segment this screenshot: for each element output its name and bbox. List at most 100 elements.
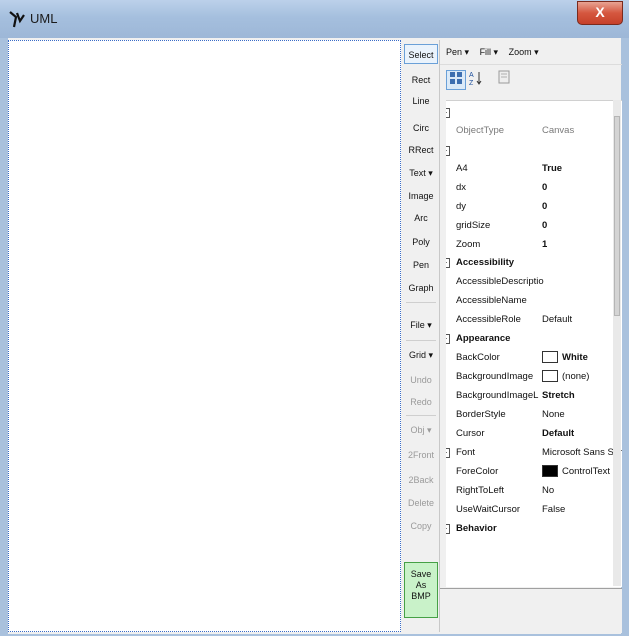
scroll-thumb[interactable] (614, 116, 620, 316)
property-row[interactable]: gridSize 0 (446, 216, 622, 235)
category-row[interactable]: − Appearance (446, 329, 622, 348)
category-row[interactable]: − Accessibility (446, 253, 622, 272)
property-name: gridSize (456, 220, 491, 231)
property-row[interactable]: + Font Microsoft Sans Serif, 8. (446, 443, 622, 462)
property-name: BackgroundImage (456, 371, 534, 382)
property-value[interactable]: 0 (542, 197, 622, 216)
property-name: A4 (456, 163, 468, 174)
svg-text:A: A (469, 72, 474, 79)
poly-tool-button[interactable]: Poly (404, 232, 438, 252)
rect-tool-button[interactable]: Rect (404, 70, 438, 90)
arc-tool-button[interactable]: Arc (404, 208, 438, 228)
category-name: Appearance (456, 333, 511, 344)
svg-text:Z: Z (469, 80, 474, 86)
obj-menu-button[interactable]: Obj ▾ (404, 420, 438, 440)
property-value[interactable]: (none) (542, 367, 622, 386)
property-row[interactable]: Zoom 1 (446, 235, 622, 254)
category-name: Behavior (456, 523, 497, 534)
tool-column: Select Rect Line Circ RRect Text ▾ Image… (404, 40, 438, 630)
property-name: UseWaitCursor (456, 504, 521, 515)
property-name: RightToLeft (456, 485, 505, 496)
undo-button[interactable]: Undo (404, 370, 438, 390)
app-icon (9, 11, 25, 28)
collapse-icon[interactable]: − (446, 108, 450, 118)
send-to-back-button[interactable]: 2Back (404, 470, 438, 490)
zoom-menu[interactable]: Zoom ▾ (509, 47, 539, 57)
expand-icon[interactable]: + (446, 448, 450, 458)
property-row[interactable]: BackgroundImage (none) (446, 367, 622, 386)
description-pane (440, 588, 622, 633)
pen-menu[interactable]: Pen ▾ (446, 47, 469, 57)
image-tool-button[interactable]: Image (404, 186, 438, 206)
property-value[interactable]: 0 (542, 178, 622, 197)
property-value[interactable]: True (542, 159, 622, 178)
property-row[interactable]: RightToLeft No (446, 481, 622, 500)
property-row[interactable]: ObjectType Canvas (446, 121, 622, 140)
property-value[interactable]: False (542, 500, 622, 519)
property-row[interactable]: ForeColor ControlText (446, 462, 622, 481)
property-value[interactable]: Default (542, 424, 622, 443)
property-value[interactable]: No (542, 481, 622, 500)
toolbar-separator (406, 340, 436, 341)
property-grid[interactable]: − ObjectType Canvas − A4 True dx 0 dy 0 (446, 100, 622, 587)
style-menubar: Pen ▾ Fill ▾ Zoom ▾ (440, 40, 622, 64)
property-name: Zoom (456, 239, 481, 250)
collapse-icon[interactable]: − (446, 334, 450, 344)
file-menu-button[interactable]: File ▾ (404, 315, 438, 335)
close-button[interactable]: X (577, 1, 623, 25)
property-value: Canvas (542, 125, 575, 136)
property-row[interactable]: dx 0 (446, 178, 622, 197)
bring-to-front-button[interactable]: 2Front (404, 445, 438, 465)
property-value[interactable]: Default (542, 310, 622, 329)
collapse-icon[interactable]: − (446, 258, 450, 268)
property-value[interactable]: ControlText (542, 462, 622, 481)
category-row[interactable]: − (446, 103, 622, 122)
graph-tool-button[interactable]: Graph (404, 278, 438, 298)
property-value[interactable]: 1 (542, 235, 622, 254)
fill-menu[interactable]: Fill ▾ (480, 47, 499, 57)
property-value[interactable]: Microsoft Sans Serif, 8. (542, 443, 622, 462)
grid-menu-button[interactable]: Grid ▾ (404, 345, 438, 365)
property-row[interactable]: UseWaitCursor False (446, 500, 622, 519)
property-row[interactable]: A4 True (446, 159, 622, 178)
category-name: Accessibility (456, 257, 515, 268)
property-row[interactable]: AccessibleName (446, 291, 622, 310)
collapse-icon[interactable]: − (446, 524, 450, 534)
property-value[interactable]: 0 (542, 216, 622, 235)
property-pane: Pen ▾ Fill ▾ Zoom ▾ AZ − ObjectType (439, 40, 622, 633)
property-row[interactable]: AccessibleRole Default (446, 310, 622, 329)
copy-button[interactable]: Copy (404, 516, 438, 536)
pen-tool-button[interactable]: Pen (404, 255, 438, 275)
collapse-icon[interactable]: − (446, 146, 450, 156)
category-row[interactable]: − Behavior (446, 519, 622, 538)
property-row[interactable]: AccessibleDescriptio (446, 272, 622, 291)
value-text: White (562, 352, 588, 363)
property-name: BackColor (456, 352, 500, 363)
line-tool-button[interactable]: Line (404, 91, 438, 111)
property-row[interactable]: dy 0 (446, 197, 622, 216)
title-bar[interactable]: UML X (0, 0, 629, 38)
drawing-canvas[interactable] (8, 40, 401, 632)
property-value[interactable]: None (542, 405, 622, 424)
categorized-icon[interactable] (446, 70, 466, 90)
propertygrid-toolbar: AZ (440, 64, 622, 97)
property-row[interactable]: BorderStyle None (446, 405, 622, 424)
property-value[interactable]: White (542, 348, 622, 367)
property-row[interactable]: BackColor White (446, 348, 622, 367)
category-row[interactable]: − (446, 141, 622, 160)
select-tool-button[interactable]: Select (404, 44, 438, 64)
property-pages-icon[interactable] (494, 70, 514, 90)
redo-button[interactable]: Redo (404, 392, 438, 412)
property-name: AccessibleRole (456, 314, 521, 325)
sort-alphabetical-icon[interactable]: AZ (466, 70, 486, 90)
property-value[interactable]: Stretch (542, 386, 622, 405)
property-name: BackgroundImageL (456, 390, 539, 401)
rrect-tool-button[interactable]: RRect (404, 140, 438, 160)
text-tool-button[interactable]: Text ▾ (404, 163, 438, 183)
property-row[interactable]: BackgroundImageL Stretch (446, 386, 622, 405)
circ-tool-button[interactable]: Circ (404, 118, 438, 138)
property-scrollbar[interactable] (613, 100, 621, 586)
delete-button[interactable]: Delete (404, 493, 438, 513)
property-row[interactable]: Cursor Default (446, 424, 622, 443)
save-as-bmp-button[interactable]: Save As BMP (404, 562, 438, 618)
